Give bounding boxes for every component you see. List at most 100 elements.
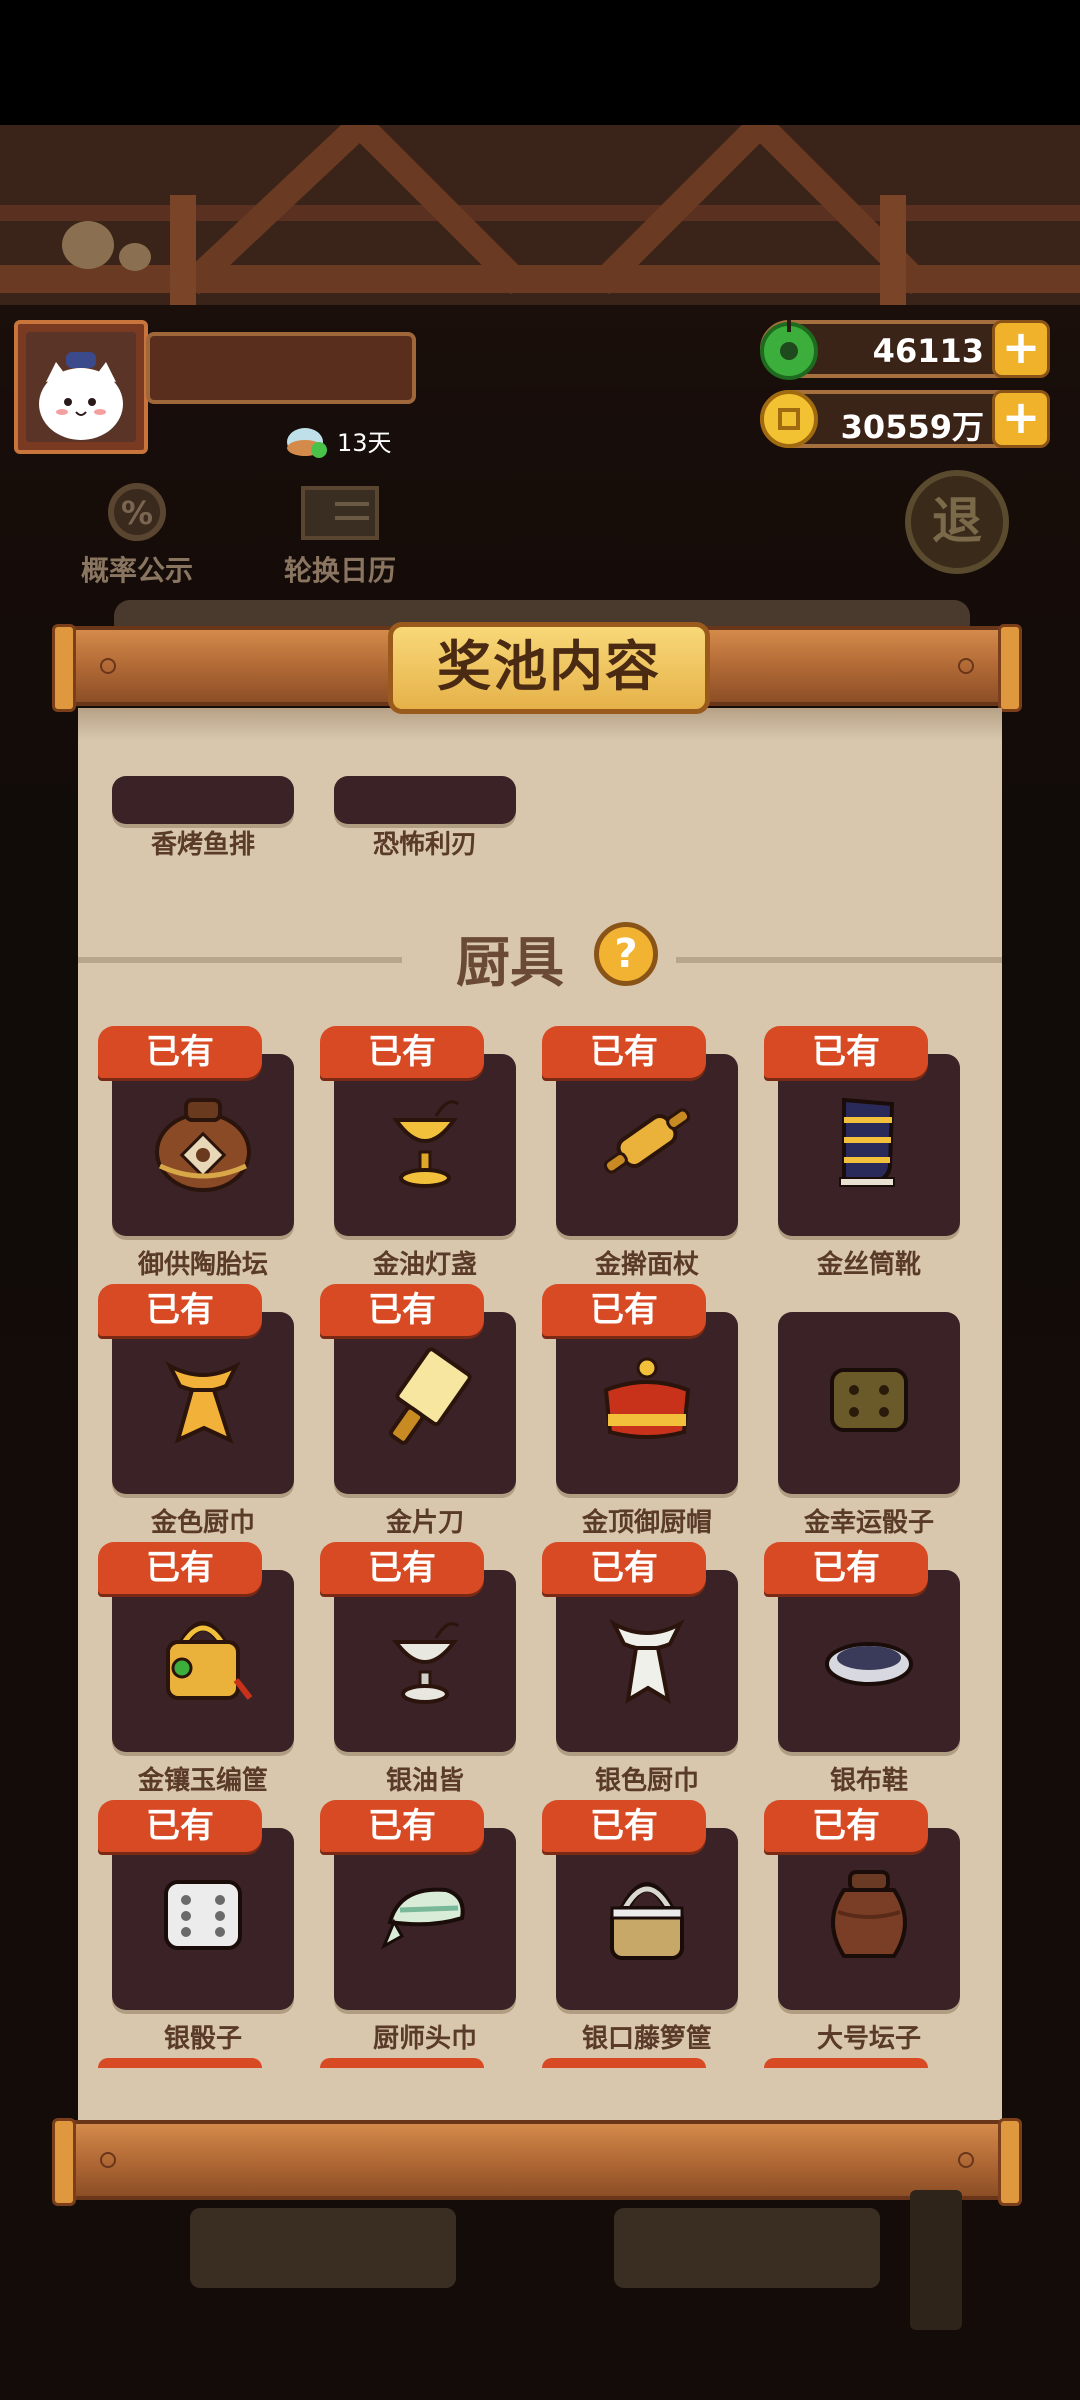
rod-cap-right: [998, 624, 1022, 712]
item-card[interactable]: [112, 1570, 294, 1752]
add-jade-button[interactable]: +: [992, 320, 1050, 378]
jade-icon: [760, 320, 818, 380]
coin-currency: 30559万 +: [760, 390, 1050, 448]
owned-badge: 已有: [320, 1542, 484, 1594]
item-card[interactable]: [334, 1570, 516, 1752]
retreat-button[interactable]: 退: [905, 470, 1009, 574]
item-card[interactable]: [778, 1570, 960, 1752]
panel-title: 奖池内容: [388, 622, 710, 714]
item-label: 恐怖利刃: [372, 830, 477, 860]
draw-once-button: [190, 2208, 456, 2288]
add-coin-button[interactable]: +: [992, 390, 1050, 448]
section-divider-right: [676, 957, 1002, 963]
owned-badge: 已有: [542, 1800, 706, 1852]
owned-badge: 已有: [542, 1542, 706, 1594]
item-card[interactable]: [112, 1312, 294, 1494]
item-card[interactable]: [334, 1312, 516, 1494]
calendar-icon: [301, 486, 379, 540]
silver-scarf-icon: [609, 1619, 685, 1705]
owned-badge-partial: [98, 2058, 262, 2068]
owned-badge: 已有: [764, 1542, 928, 1594]
item-card[interactable]: [778, 1312, 960, 1494]
mood-icon: [287, 428, 327, 458]
owned-badge: 已有: [320, 1284, 484, 1336]
scroll-bottom-rod: [52, 2118, 1022, 2206]
silver-oil-lamp-icon: [392, 1622, 459, 1704]
section-title: 厨具: [456, 931, 564, 994]
item-label: 金镶玉编筐: [137, 1766, 268, 1796]
item-label: 御供陶胎坛: [137, 1250, 268, 1280]
boot-icon: [839, 1097, 895, 1187]
avatar[interactable]: [14, 320, 148, 454]
item-label: 金顶御厨帽: [581, 1508, 712, 1538]
discount-tag: [910, 2190, 962, 2330]
owned-badge: 已有: [542, 1026, 706, 1078]
probability-button[interactable]: % 概率公示: [62, 480, 212, 589]
cloth-shoe-icon: [825, 1642, 913, 1686]
owned-badge: 已有: [542, 1284, 706, 1336]
calendar-label: 轮换日历: [283, 554, 396, 587]
rod-rivet: [958, 2152, 974, 2168]
owned-badge: 已有: [98, 1542, 262, 1594]
rod-rivet: [100, 658, 116, 674]
probability-label: 概率公示: [80, 554, 193, 587]
prize-pool-scroll[interactable]: 香烤鱼排 恐怖利刃 厨具 ? 已有 御供陶胎坛 已有 金油灯盏 已有 金擀面杖 …: [78, 708, 1002, 2128]
item-card[interactable]: [556, 1312, 738, 1494]
owned-badge-partial: [320, 2058, 484, 2068]
gold-oil-lamp-icon: [392, 1100, 459, 1188]
section-divider-left: [78, 957, 402, 963]
days-indicator: 13天: [285, 420, 392, 460]
days-text: 13天: [337, 428, 392, 457]
item-card[interactable]: [112, 1828, 294, 2010]
item-label: 金丝筒靴: [816, 1250, 921, 1280]
coin-amount: 30559万: [840, 408, 984, 446]
help-button[interactable]: ?: [594, 922, 658, 986]
item-label: 金色厨巾: [150, 1508, 255, 1538]
item-label: 香烤鱼排: [150, 830, 255, 860]
item-label: 金擀面杖: [594, 1250, 699, 1280]
clay-jar-icon: [155, 1098, 251, 1192]
item-label: 大号坛子: [816, 2024, 921, 2054]
avatar-image: [26, 332, 136, 442]
draw-ten-button: [614, 2208, 880, 2288]
rod-cap-right: [998, 2118, 1022, 2206]
gold-rolling-pin-icon: [603, 1108, 691, 1174]
owned-badge: 已有: [320, 1800, 484, 1852]
item-label: 金片刀: [385, 1508, 464, 1538]
silver-dice-icon: [164, 1880, 242, 1950]
rod-cap-left: [52, 2118, 76, 2206]
gold-dice-icon: [830, 1368, 908, 1432]
item-card[interactable]: [778, 1828, 960, 2010]
owned-badge: 已有: [320, 1026, 484, 1078]
owned-badge: 已有: [764, 1800, 928, 1852]
owned-badge: 已有: [764, 1026, 928, 1078]
headscarf-icon: [380, 1887, 465, 1950]
player-name-plate: [146, 332, 416, 404]
jade-amount: 46113: [872, 332, 984, 370]
owned-badge: 已有: [98, 1800, 262, 1852]
gold-basket-icon: [166, 1621, 253, 1700]
item-card[interactable]: [556, 1570, 738, 1752]
item-card[interactable]: [556, 1054, 738, 1236]
calendar-button[interactable]: 轮换日历: [265, 480, 415, 589]
gold-cleaver-icon: [389, 1347, 472, 1445]
item-label: 金油灯盏: [372, 1250, 477, 1280]
item-card[interactable]: [112, 1054, 294, 1236]
rod-cap-left: [52, 624, 76, 712]
jade-currency: 46113 +: [760, 320, 1050, 380]
owned-badge-partial: [542, 2058, 706, 2068]
big-jar-icon: [831, 1870, 907, 1958]
svg-text:%: %: [121, 494, 153, 532]
rod-rivet: [100, 2152, 116, 2168]
item-card[interactable]: [334, 1054, 516, 1236]
gold-scarf-icon: [165, 1361, 241, 1444]
item-card[interactable]: [778, 1054, 960, 1236]
item-label: 银油皆: [385, 1766, 464, 1796]
wooden-beams: [0, 125, 1080, 305]
rod-rivet: [958, 658, 974, 674]
item-card[interactable]: [556, 1828, 738, 2010]
chef-hat-icon: [603, 1357, 691, 1439]
item-card[interactable]: [334, 1828, 516, 2010]
cat-avatar-icon: [26, 332, 136, 442]
item-card-partial: [334, 776, 516, 824]
